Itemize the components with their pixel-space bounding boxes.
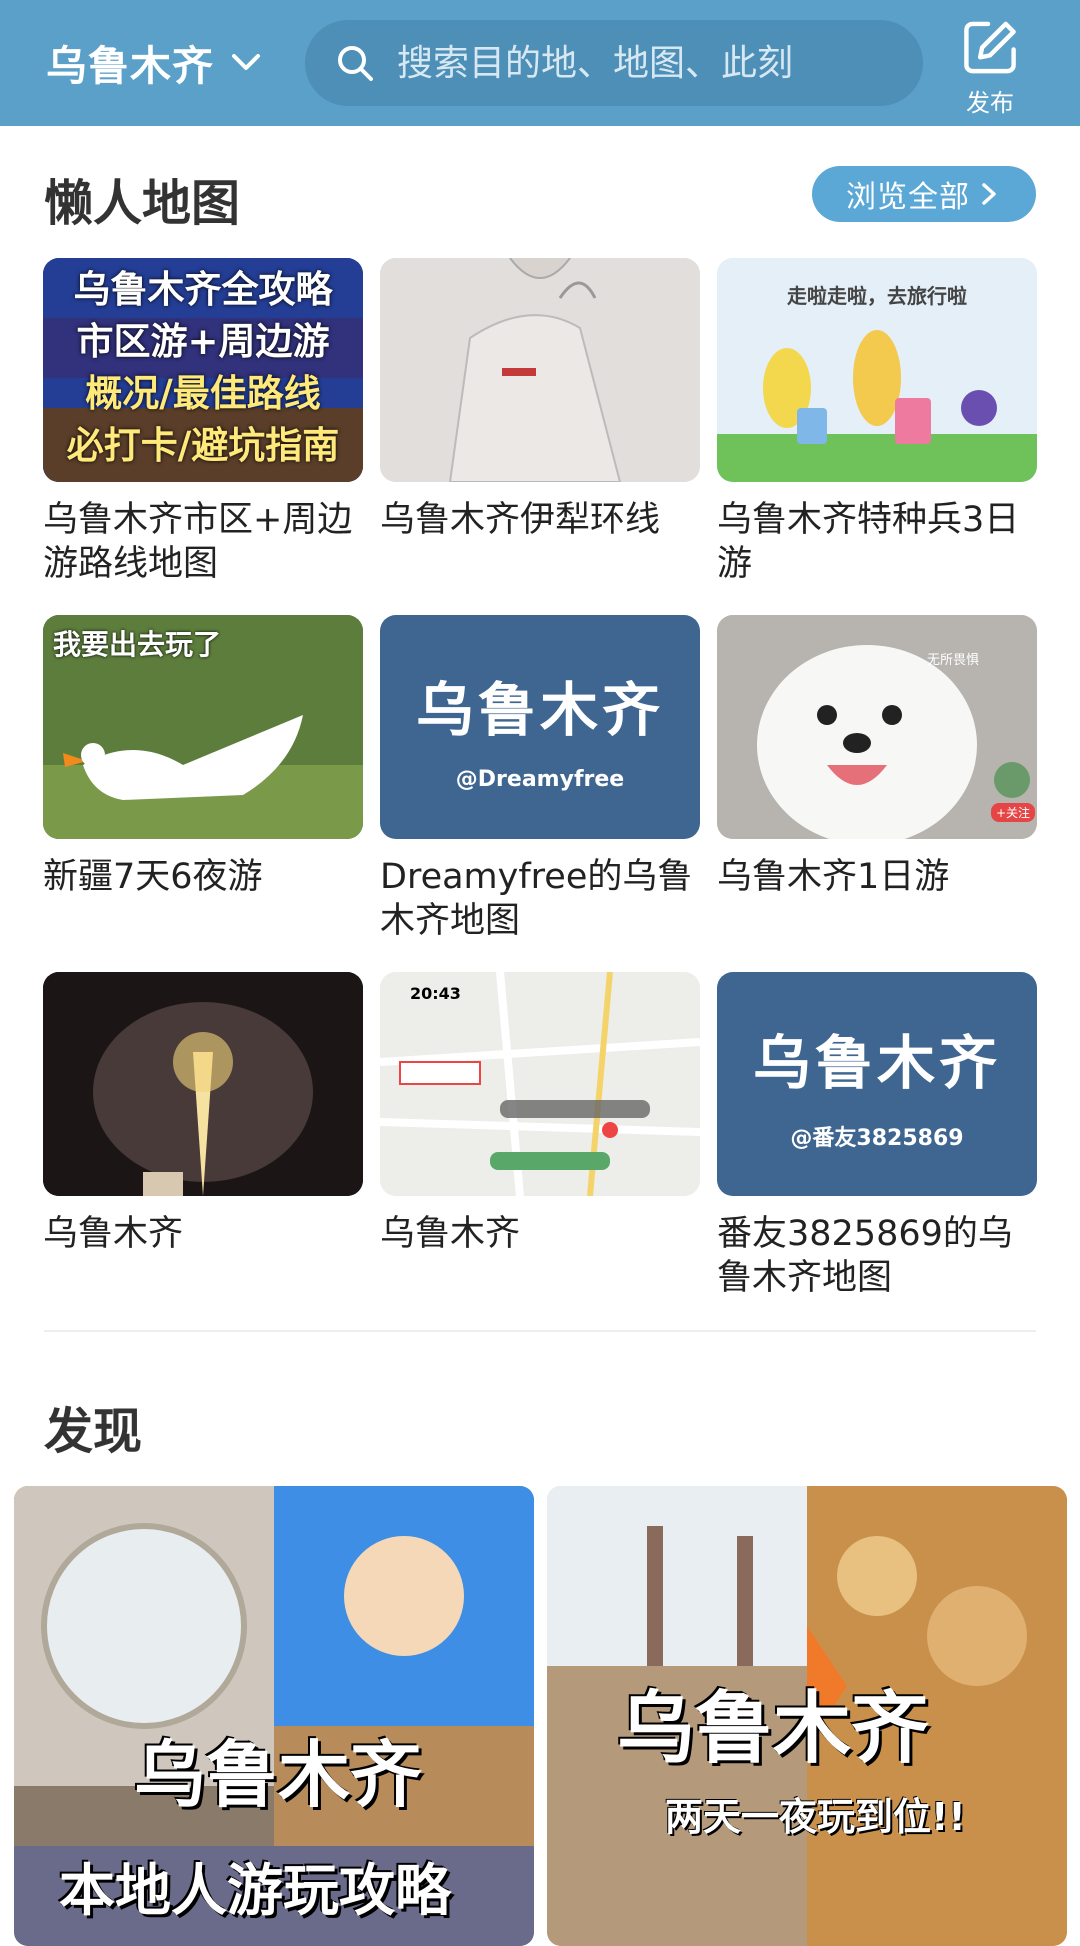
section-title-discover: 发现: [44, 1403, 143, 1460]
map-card-thumbnail: [43, 972, 363, 1196]
map-card[interactable]: 我要出去玩了 新疆7天6夜游: [43, 615, 363, 899]
cover-sub-text: @番友3825869: [790, 1126, 964, 1151]
discover-post[interactable]: 乌鲁木齐 本地人游玩攻略: [14, 1486, 534, 1946]
cover-line: 必打卡/避坑指南: [66, 424, 340, 467]
map-card-title: 乌鲁木齐特种兵3日游: [717, 500, 1020, 584]
map-card[interactable]: 20:43 乌鲁木齐: [380, 972, 700, 1256]
section-divider: [44, 1330, 1036, 1332]
cover-caption: 走啦走啦，去旅行啦: [787, 284, 967, 308]
discover-post[interactable]: 乌鲁木齐 两天一夜玩到位!!: [547, 1486, 1067, 1946]
map-card-thumbnail: 无所畏惧 +关注: [717, 615, 1037, 839]
search-icon: [338, 46, 373, 81]
map-screenshot-image: [380, 972, 700, 1196]
cover-line: 乌鲁木齐全攻略: [73, 268, 333, 311]
cover-line: 概况/最佳路线: [85, 372, 321, 415]
cover-big-text: 乌鲁木齐: [415, 675, 664, 744]
map-card-title: 乌鲁木齐: [380, 1214, 521, 1254]
map-card-thumbnail: 走啦走啦，去旅行啦: [717, 258, 1037, 482]
cover-caption: 无所畏惧: [927, 653, 980, 668]
map-card-thumbnail: 乌鲁木齐全攻略 市区游+周边游 概况/最佳路线 必打卡/避坑指南: [43, 258, 363, 482]
status-time: 20:43: [410, 984, 461, 1003]
post-title-line: 乌鲁木齐: [134, 1733, 423, 1817]
follow-badge[interactable]: +关注: [991, 803, 1036, 822]
top-bar: 乌鲁木齐 发布: [0, 0, 1080, 126]
map-card-title: Dreamyfree的乌鲁木齐地图: [380, 857, 693, 941]
fireworks-image: [43, 972, 363, 1196]
browse-all-label: 浏览全部: [846, 180, 970, 215]
city-name: 乌鲁木齐: [46, 42, 214, 90]
map-card-title: 乌鲁木齐伊犁环线: [380, 500, 661, 540]
cover-line: 市区游+周边游: [76, 320, 330, 363]
publish-label: 发布: [966, 89, 1014, 117]
chevron-down-icon: [232, 54, 260, 70]
map-card[interactable]: 乌鲁木齐 @Dreamyfree Dreamyfree的乌鲁木齐地图: [380, 615, 700, 943]
search-bar[interactable]: [305, 20, 923, 106]
post-title-line: 乌鲁木齐: [617, 1684, 930, 1774]
browse-all-button[interactable]: 浏览全部: [812, 166, 1036, 222]
search-input[interactable]: [397, 42, 897, 84]
illustration-image: [380, 258, 700, 482]
map-card[interactable]: 乌鲁木齐伊犁环线: [380, 258, 700, 542]
edit-icon: [964, 21, 1016, 74]
section-title-lazy-maps: 懒人地图: [44, 175, 241, 232]
cover-caption: 我要出去玩了: [53, 628, 222, 661]
map-card-thumbnail: 我要出去玩了: [43, 615, 363, 839]
dog-image: [717, 615, 1037, 839]
map-card-thumbnail: 乌鲁木齐 @Dreamyfree: [380, 615, 700, 839]
publish-button[interactable]: 发布: [955, 18, 1025, 118]
map-card[interactable]: 走啦走啦，去旅行啦 乌鲁木齐特种兵3日游: [717, 258, 1037, 586]
map-card[interactable]: 无所畏惧 +关注 乌鲁木齐1日游: [717, 615, 1037, 899]
map-card[interactable]: 乌鲁木齐 @番友3825869 番友3825869的乌鲁木齐地图: [717, 972, 1037, 1300]
map-card-title: 新疆7天6夜游: [43, 857, 263, 897]
map-card-title: 乌鲁木齐1日游: [717, 857, 950, 897]
map-card-thumbnail: 乌鲁木齐 @番友3825869: [717, 972, 1037, 1196]
map-card-thumbnail: [380, 258, 700, 482]
map-card-thumbnail: 20:43: [380, 972, 700, 1196]
post-subtitle-line: 本地人游玩攻略: [59, 1859, 451, 1924]
cover-sub-text: @Dreamyfree: [455, 766, 625, 792]
map-card[interactable]: 乌鲁木齐全攻略 市区游+周边游 概况/最佳路线 必打卡/避坑指南 乌鲁木齐市区+…: [43, 258, 363, 586]
chevron-right-icon: [982, 183, 996, 205]
map-card[interactable]: 乌鲁木齐: [43, 972, 363, 1256]
city-selector[interactable]: 乌鲁木齐: [46, 34, 264, 90]
cover-big-text: 乌鲁木齐: [752, 1029, 1001, 1097]
map-card-title: 番友3825869的乌鲁木齐地图: [717, 1214, 1013, 1298]
map-card-title: 乌鲁木齐市区+周边游路线地图: [43, 500, 353, 584]
map-card-title: 乌鲁木齐: [43, 1214, 184, 1254]
post-subtitle-line: 两天一夜玩到位!!: [665, 1795, 966, 1839]
